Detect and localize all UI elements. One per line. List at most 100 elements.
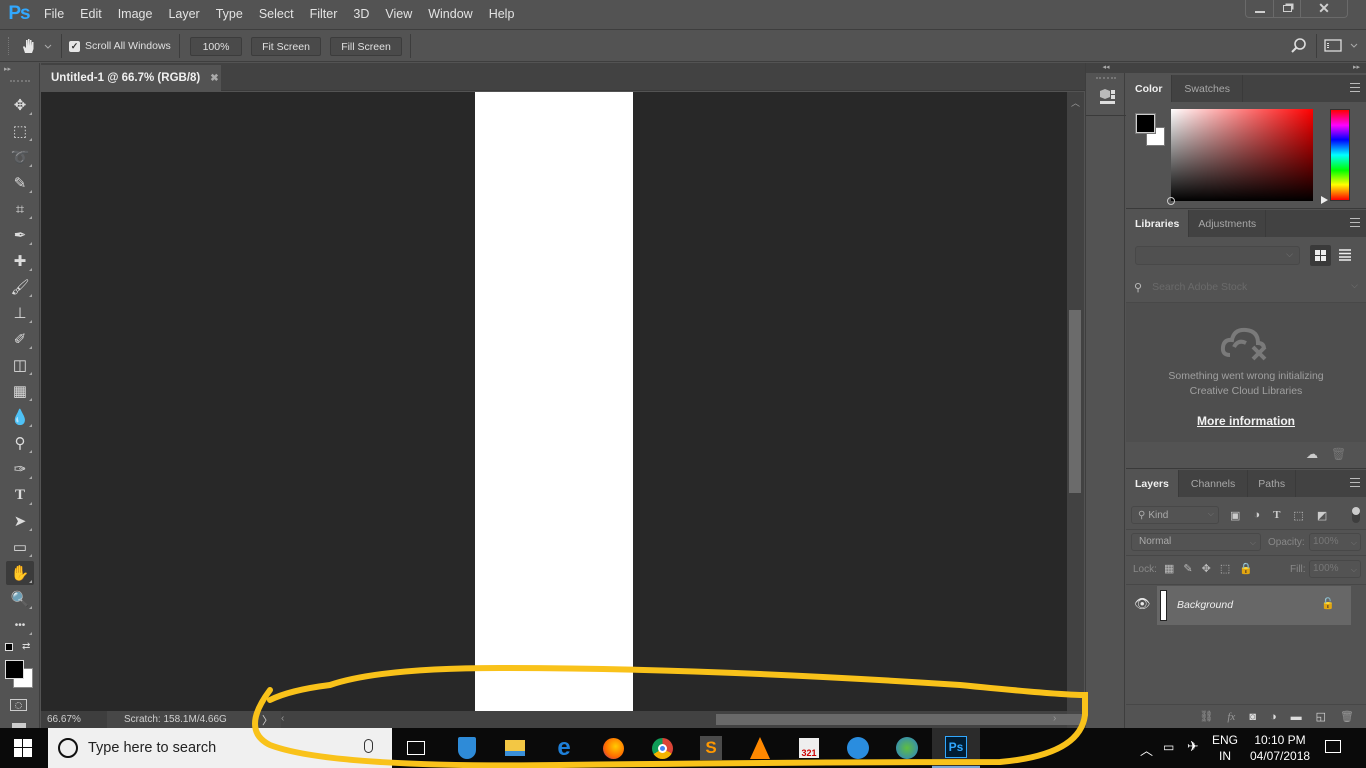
menu-image[interactable]: Image xyxy=(110,0,161,28)
close-button[interactable]: ✕ xyxy=(1300,0,1347,17)
menu-layer[interactable]: Layer xyxy=(160,0,207,28)
filter-toggle[interactable] xyxy=(1352,507,1360,523)
taskbar-app-hotspot-shield[interactable] xyxy=(443,728,491,768)
document-tab[interactable]: Untitled-1 @ 66.7% (RGB/8) ✖ xyxy=(41,65,221,91)
tab-channels[interactable]: Channels xyxy=(1179,470,1249,497)
adjustment-layer-icon[interactable]: ◑ xyxy=(1270,711,1277,723)
minimize-button[interactable] xyxy=(1246,0,1273,17)
lock-artboard-icon[interactable]: ⬚ xyxy=(1220,562,1230,575)
tab-libraries[interactable]: Libraries xyxy=(1126,210,1190,237)
tool-quick-selection[interactable]: ✎ xyxy=(6,171,34,195)
horizontal-scroll-thumb[interactable] xyxy=(716,714,1104,725)
filter-pixel-icon[interactable]: ▣ xyxy=(1230,509,1240,522)
menu-edit[interactable]: Edit xyxy=(72,0,110,28)
trash-icon[interactable]: 🗑 xyxy=(1331,447,1346,461)
layer-visibility-eye-icon[interactable]: 👁 xyxy=(1134,596,1151,612)
vertical-scroll-thumb[interactable] xyxy=(1069,310,1081,493)
canvas-area[interactable] xyxy=(41,92,1067,711)
options-grip[interactable] xyxy=(8,37,11,55)
filter-shape-icon[interactable]: ⬚ xyxy=(1293,509,1303,522)
scroll-all-windows-checkbox[interactable]: ✓ Scroll All Windows xyxy=(69,40,171,52)
taskbar-app-idm[interactable] xyxy=(883,728,931,768)
tool-eraser[interactable]: ◫ xyxy=(6,353,34,377)
tool-lasso[interactable]: ➰ xyxy=(6,145,34,169)
chevron-down-icon[interactable]: ⌵ xyxy=(1351,535,1357,551)
airplane-mode-icon[interactable]: ✈ xyxy=(1187,738,1199,755)
zoom-100-button[interactable]: 100% xyxy=(190,37,242,56)
tool-blur[interactable]: 💧 xyxy=(6,405,34,429)
foreground-color-swatch[interactable] xyxy=(5,660,24,679)
chevron-down-icon[interactable]: ⌵ xyxy=(1351,280,1358,291)
tool-history-brush[interactable]: ✐ xyxy=(6,327,34,351)
tool-hand[interactable]: ✋ xyxy=(6,561,34,585)
workspace-switcher[interactable] xyxy=(1324,38,1364,54)
blend-mode-dropdown[interactable]: Normal ⌵ xyxy=(1131,533,1261,551)
zoom-level[interactable]: 66.67% xyxy=(41,711,107,728)
collapse-tools-icon[interactable]: ▸▸ xyxy=(4,65,11,73)
tab-paths[interactable]: Paths xyxy=(1248,470,1297,497)
tool-pen[interactable]: ✑ xyxy=(6,457,34,481)
document-canvas[interactable] xyxy=(475,92,633,711)
fill-field[interactable]: 100% ⌵ xyxy=(1309,560,1361,578)
battery-icon[interactable]: ▭ xyxy=(1163,740,1174,754)
tool-preset-picker[interactable] xyxy=(20,37,54,55)
tool-rectangle[interactable]: ▭ xyxy=(6,535,34,559)
tools-grip[interactable] xyxy=(10,80,30,82)
collapse-dock-icon[interactable]: ◂◂ xyxy=(1086,63,1126,73)
tool-move[interactable]: ✥ xyxy=(6,93,34,117)
default-colors-icon[interactable] xyxy=(5,643,13,651)
3d-panel-button[interactable] xyxy=(1098,87,1116,105)
scroll-down-icon[interactable]: ﹀ xyxy=(1071,692,1080,705)
delete-layer-icon[interactable]: 🗑 xyxy=(1340,710,1354,723)
layer-row[interactable]: 👁 Background 🔓 xyxy=(1126,586,1351,625)
status-menu-arrow-icon[interactable]: 〉 xyxy=(262,712,280,728)
scroll-up-icon[interactable]: ︿ xyxy=(1071,96,1080,109)
menu-view[interactable]: View xyxy=(377,0,420,28)
search-button[interactable] xyxy=(1290,37,1308,55)
scroll-left-icon[interactable]: ‹ xyxy=(281,713,284,724)
expand-panels-icon[interactable]: ▸▸ xyxy=(1126,63,1366,73)
swap-colors-icon[interactable]: ⇄ xyxy=(22,641,30,652)
taskbar-app-vlc[interactable] xyxy=(736,728,784,768)
menu-window[interactable]: Window xyxy=(420,0,480,28)
layer-effects-icon[interactable]: fx xyxy=(1227,711,1235,723)
filter-smart-object-icon[interactable]: ◩ xyxy=(1317,509,1327,522)
horizontal-scrollbar[interactable]: ‹ › xyxy=(281,711,1104,728)
panel-foreground-swatch[interactable] xyxy=(1135,113,1156,134)
more-information-link[interactable]: More information xyxy=(1126,414,1366,428)
show-hidden-icons[interactable]: ︿ xyxy=(1140,740,1153,759)
lock-position-icon[interactable]: ✥ xyxy=(1202,562,1211,575)
hue-slider-handle[interactable] xyxy=(1321,196,1328,204)
taskbar-search-input[interactable]: Type here to search xyxy=(88,740,216,756)
taskbar-app-music[interactable] xyxy=(834,728,882,768)
scroll-right-icon[interactable]: › xyxy=(1053,713,1056,724)
tool-type[interactable]: T xyxy=(6,483,34,507)
tool-marquee[interactable]: ⬚ xyxy=(6,119,34,143)
quick-mask-button[interactable] xyxy=(10,699,27,711)
microphone-icon[interactable] xyxy=(364,739,373,753)
taskbar-app-media-player-classic[interactable]: 321 xyxy=(785,728,833,768)
link-layers-icon[interactable]: ⛓ xyxy=(1199,710,1213,723)
tab-adjustments[interactable]: Adjustments xyxy=(1189,210,1267,237)
taskbar-app-sublime-text[interactable]: S xyxy=(687,728,735,768)
color-picker-marker[interactable] xyxy=(1167,197,1175,205)
menu-filter[interactable]: Filter xyxy=(302,0,346,28)
language-indicator[interactable]: ENG IN xyxy=(1212,732,1238,764)
taskbar-app-firefox[interactable] xyxy=(589,728,637,768)
menu-help[interactable]: Help xyxy=(481,0,523,28)
menu-3d[interactable]: 3D xyxy=(345,0,377,28)
tool-zoom[interactable]: 🔍 xyxy=(6,587,34,611)
restore-button[interactable] xyxy=(1273,0,1300,17)
libraries-panel-menu-icon[interactable] xyxy=(1350,218,1360,227)
stock-search-field[interactable]: ⚲ Search Adobe Stock ⌵ xyxy=(1134,278,1362,296)
fit-screen-button[interactable]: Fit Screen xyxy=(251,37,321,56)
vertical-scrollbar[interactable]: ︿ ﹀ xyxy=(1067,92,1084,711)
list-view-button[interactable] xyxy=(1339,249,1351,261)
layer-filter-kind-dropdown[interactable]: ⚲ Kind ⌵ xyxy=(1131,506,1219,524)
new-layer-icon[interactable]: ◱ xyxy=(1316,710,1326,723)
tool-more[interactable]: ••• xyxy=(6,613,34,637)
tool-dodge[interactable]: ⚲ xyxy=(6,431,34,455)
opacity-field[interactable]: 100% ⌵ xyxy=(1309,533,1361,551)
menu-select[interactable]: Select xyxy=(251,0,302,28)
tab-swatches[interactable]: Swatches xyxy=(1172,75,1243,102)
